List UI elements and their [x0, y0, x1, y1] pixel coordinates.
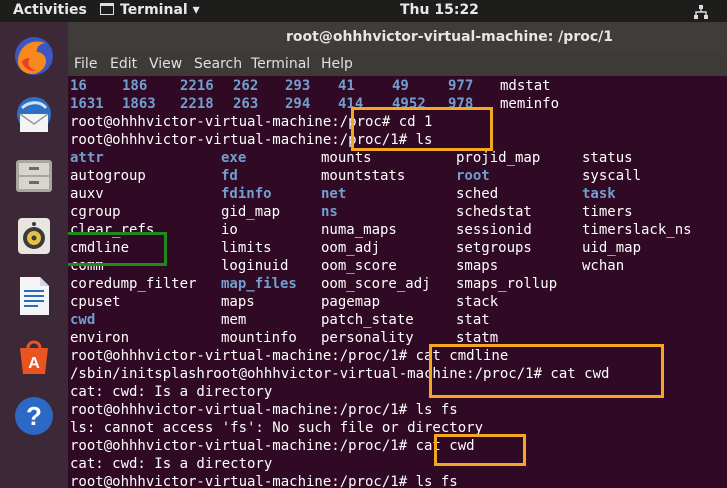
terminal-cell: sched [456, 186, 499, 202]
terminal-cell: mem [221, 312, 247, 328]
window-title: root@ohhhvictor-virtual-machine: /proc/1 [286, 29, 613, 45]
terminal-cell: mounts [321, 150, 372, 166]
terminal-cell: 186 [122, 78, 148, 94]
menu-file[interactable]: File [74, 56, 97, 72]
terminal-cell: net [321, 186, 347, 202]
terminal-icon [100, 3, 114, 15]
rhythmbox-icon[interactable] [12, 214, 56, 258]
svg-text:A: A [28, 355, 40, 372]
network-wired-icon[interactable] [693, 4, 709, 20]
terminal-cell: 2216 [180, 78, 214, 94]
terminal-cell: 1631 [70, 96, 104, 112]
terminal-cell: timerslack_ns [582, 222, 692, 238]
app-menu-label: Terminal ▾ [120, 2, 200, 18]
terminal-cell: maps [221, 294, 255, 310]
terminal-cell: 2218 [180, 96, 214, 112]
help-icon[interactable]: ? [12, 394, 56, 438]
highlight-box-cat-cwd [434, 434, 526, 466]
terminal-cell: 293 [285, 78, 311, 94]
menu-help[interactable]: Help [321, 56, 353, 72]
terminal-cell: mountinfo [221, 330, 297, 346]
terminal-cell: syscall [582, 168, 642, 184]
terminal-cell: ns [321, 204, 338, 220]
libreoffice-writer-icon[interactable] [12, 274, 56, 318]
terminal-cell: 41 [338, 78, 355, 94]
terminal-cell: wchan [582, 258, 625, 274]
terminal-cell: personality [321, 330, 414, 346]
terminal-cell: cwd [70, 312, 96, 328]
terminal-cell: exe [221, 150, 247, 166]
terminal-cell: fd [221, 168, 238, 184]
terminal-cell: fdinfo [221, 186, 272, 202]
clock[interactable]: Thu 15:22 [400, 2, 479, 18]
output-line: root@ohhhvictor-virtual-machine:/proc/1#… [70, 402, 458, 418]
terminal-cell: 294 [285, 96, 311, 112]
menu-terminal[interactable]: Terminal [251, 56, 310, 72]
terminal-cell: numa_maps [321, 222, 397, 238]
files-icon[interactable] [12, 154, 56, 198]
terminal-cell: pagemap [321, 294, 381, 310]
terminal-cell: loginuid [221, 258, 289, 274]
terminal-cell: mdstat [500, 78, 551, 94]
launcher-dock: A ? [0, 22, 68, 488]
output-line: root@ohhhvictor-virtual-machine:/proc/1#… [70, 438, 475, 454]
thunderbird-mail-icon[interactable] [12, 94, 56, 138]
terminal-cell: stack [456, 294, 499, 310]
terminal-cell: environ [70, 330, 130, 346]
menu-search[interactable]: Search [194, 56, 242, 72]
terminal-cell: schedstat [456, 204, 532, 220]
terminal-cell: autogroup [70, 168, 146, 184]
top-bar: Activities Terminal ▾ Thu 15:22 [0, 0, 727, 22]
terminal-cell: 1863 [122, 96, 156, 112]
terminal-cell: stat [456, 312, 490, 328]
terminal-cell: auxv [70, 186, 104, 202]
terminal-cell: attr [70, 150, 104, 166]
terminal-cell: cpuset [70, 294, 121, 310]
terminal-cell: limits [221, 240, 272, 256]
terminal-cell: cgroup [70, 204, 121, 220]
svg-text:?: ? [26, 401, 42, 431]
firefox-icon[interactable] [12, 34, 56, 78]
terminal-cell: setgroups [456, 240, 532, 256]
terminal-cell: mountstats [321, 168, 406, 184]
output-line: ls: cannot access 'fs': No such file or … [70, 420, 484, 436]
terminal-cell: oom_score [321, 258, 397, 274]
output-line: cat: cwd: Is a directory [70, 456, 273, 472]
highlight-box-cat [429, 344, 664, 398]
terminal-cell: timers [582, 204, 633, 220]
terminal-cell: uid_map [582, 240, 642, 256]
terminal-cell: smaps_rollup [456, 276, 558, 292]
terminal-cell: 49 [392, 78, 409, 94]
activities-button[interactable]: Activities [13, 2, 87, 18]
window-title-bar[interactable]: root@ohhhvictor-virtual-machine: /proc/1 [68, 22, 727, 54]
terminal-cell: 977 [448, 78, 474, 94]
terminal-cell: smaps [456, 258, 499, 274]
terminal-cell: status [582, 150, 633, 166]
software-center-icon[interactable]: A [12, 334, 56, 378]
terminal-cell: io [221, 222, 238, 238]
output-line: cat: cwd: Is a directory [70, 384, 273, 400]
terminal-cell: oom_adj [321, 240, 381, 256]
terminal-output[interactable]: 16 186 2216 262 293 41 49 977 mdstat 1631 1863 2218… [68, 76, 727, 488]
terminal-cell: map_files [221, 276, 297, 292]
output-line: root@ohhhvictor-virtual-machine:/proc/1#… [70, 474, 458, 488]
terminal-cell: meminfo [500, 96, 560, 112]
terminal-cell: oom_score_adj [321, 276, 431, 292]
app-menu[interactable]: Terminal ▾ [100, 2, 200, 18]
menu-view[interactable]: View [149, 56, 182, 72]
terminal-cell: patch_state [321, 312, 414, 328]
terminal-cell: 16 [70, 78, 87, 94]
terminal-cell: 263 [233, 96, 259, 112]
menu-bar: File Edit View Search Terminal Help [68, 54, 727, 76]
terminal-cell: sessionid [456, 222, 532, 238]
terminal-cell: root [456, 168, 490, 184]
terminal-cell: projid_map [456, 150, 541, 166]
menu-edit[interactable]: Edit [110, 56, 137, 72]
highlight-box-cd [351, 107, 493, 151]
terminal-cell: task [582, 186, 616, 202]
highlight-box-cmdline [68, 232, 167, 266]
terminal-cell: coredump_filter [70, 276, 197, 292]
terminal-cell: 262 [233, 78, 259, 94]
terminal-cell: gid_map [221, 204, 281, 220]
